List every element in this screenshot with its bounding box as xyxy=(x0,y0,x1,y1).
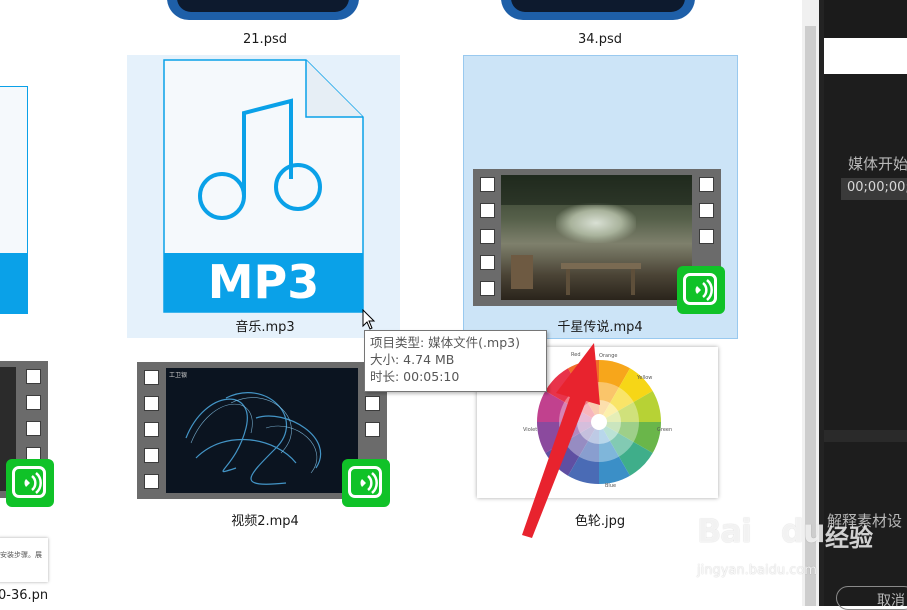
media-badge-icon xyxy=(677,266,725,314)
file-name-video[interactable]: 千星传说.mp4 xyxy=(540,316,660,335)
partial-file-icon[interactable] xyxy=(0,86,28,314)
psd-thumbnail[interactable] xyxy=(167,0,359,20)
mp3-file-icon: MP3 xyxy=(163,59,364,317)
doc-snippet-text: 安装步骤。展 xyxy=(0,551,42,559)
timecode-field[interactable]: 00;00;00; xyxy=(847,180,907,195)
file-info-tooltip: 项目类型: 媒体文件(.mp3) 大小: 4.74 MB 时长: 00:05:1… xyxy=(364,330,547,392)
watermark-cn: 经验 xyxy=(825,524,873,552)
mouse-cursor-icon xyxy=(362,309,376,330)
media-badge-icon xyxy=(6,459,54,507)
baidu-watermark: Bai du 经验 jingyan.baidu.com xyxy=(697,512,907,592)
media-badge-icon xyxy=(342,459,390,507)
tooltip-duration: 时长: 00:05:10 xyxy=(370,369,460,384)
file-name-34-psd[interactable]: 34.psd xyxy=(565,32,635,47)
cancel-button-label: 取消 xyxy=(877,593,905,609)
video-caption-text: 工卫银 xyxy=(169,372,188,379)
mp3-icon-label: MP3 xyxy=(207,255,320,309)
file-name-21-psd[interactable]: 21.psd xyxy=(230,32,300,47)
watermark-url: jingyan.baidu.com xyxy=(697,563,817,578)
file-name-partial-png[interactable]: 0-36.pn xyxy=(0,588,58,603)
psd-thumbnail[interactable] xyxy=(501,0,695,20)
file-name-video2[interactable]: 视频2.mp4 xyxy=(210,510,320,529)
wheel-label: Yellow xyxy=(637,375,653,381)
paw-icon xyxy=(752,520,779,546)
watermark-brand: Bai xyxy=(697,512,752,550)
watermark-brand2: du xyxy=(780,512,826,550)
media-start-label: 媒体开始 xyxy=(848,155,907,173)
file-name-mp3[interactable]: 音乐.mp3 xyxy=(210,316,320,335)
partial-document-thumbnail[interactable]: 安装步骤。展 xyxy=(0,538,48,582)
wheel-label: Green xyxy=(657,427,673,433)
